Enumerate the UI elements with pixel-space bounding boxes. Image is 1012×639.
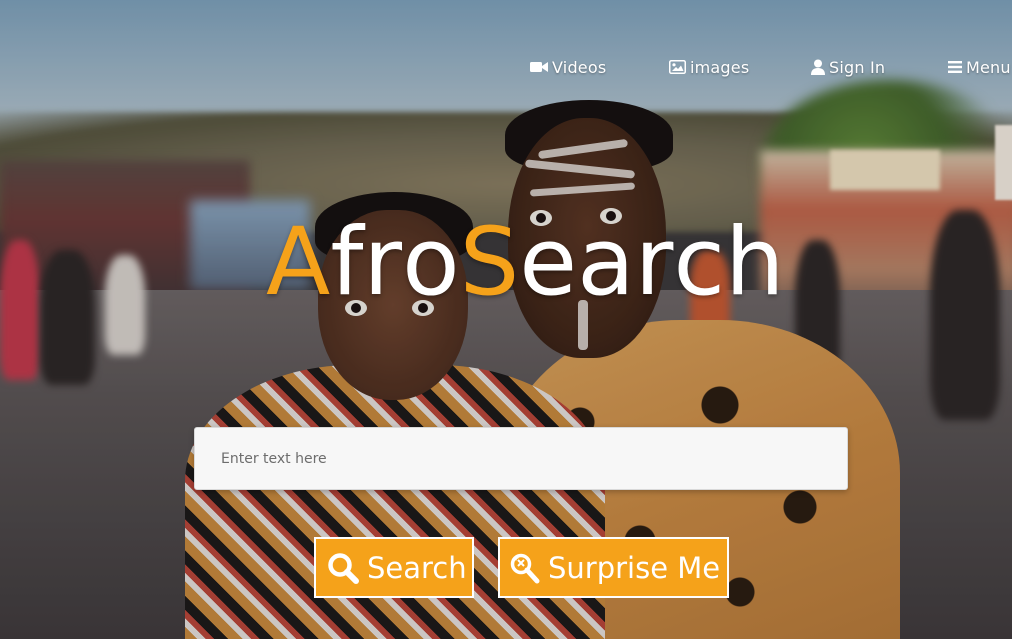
logo-letter: e (519, 208, 578, 317)
nav-signin-label: Sign In (829, 57, 886, 77)
logo-letter: A (266, 208, 331, 317)
logo-letter: r (634, 208, 674, 317)
surprise-me-button[interactable]: Surprise Me (498, 537, 729, 598)
logo-letter: S (459, 208, 520, 317)
search-button-label: Search (367, 550, 467, 585)
nav-menu-link[interactable]: Menu (948, 56, 1011, 78)
nav-videos-label: Videos (552, 57, 607, 77)
logo-letter: h (725, 208, 785, 317)
afrosearch-logo: AfroSearch (266, 208, 785, 318)
logo-letter: o (402, 208, 460, 317)
nav-menu-label: Menu (966, 57, 1011, 77)
magic-search-icon (510, 552, 540, 584)
surprise-me-button-label: Surprise Me (548, 550, 721, 585)
logo-letter: f (330, 208, 364, 317)
magnifier-icon (327, 552, 359, 584)
image-icon (669, 60, 686, 74)
nav-images-label: images (690, 57, 750, 77)
video-camera-icon (530, 60, 548, 74)
logo-letter: r (363, 208, 403, 317)
user-icon (811, 59, 825, 75)
logo-letter: c (673, 208, 726, 317)
nav-signin-link[interactable]: Sign In (811, 56, 885, 78)
page: Videos images Sign In Menu AfroSearch Se… (0, 0, 1012, 639)
search-button[interactable]: Search (314, 537, 474, 598)
nav-images-link[interactable]: images (669, 56, 749, 78)
nav-videos-link[interactable]: Videos (530, 56, 606, 78)
logo-letter: a (577, 208, 635, 317)
search-input[interactable] (194, 427, 848, 490)
hamburger-icon (948, 60, 962, 74)
